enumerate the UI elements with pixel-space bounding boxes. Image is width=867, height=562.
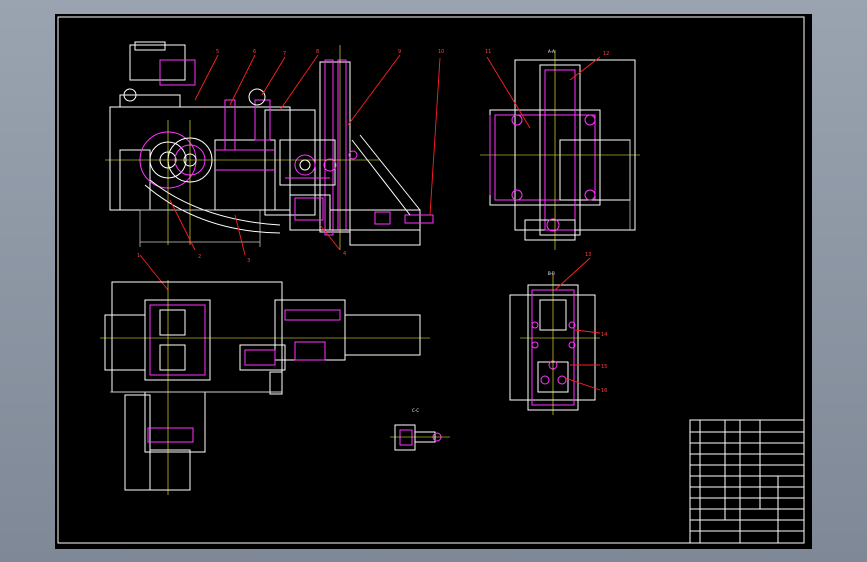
part-number-label: 12 (603, 51, 609, 57)
part-number-label: 7 (283, 51, 286, 57)
part-number-label: 10 (438, 49, 444, 55)
section-mark-label: C-C (412, 408, 419, 413)
part-number-label: 2 (198, 254, 201, 260)
part-number-label: 3 (247, 258, 250, 264)
part-number-label: 16 (601, 388, 607, 394)
part-number-label: 1 (137, 253, 140, 259)
part-number-label: 15 (601, 364, 607, 370)
part-number-label: 13 (585, 252, 591, 258)
part-number-label: 11 (485, 49, 491, 55)
part-number-label: 6 (253, 49, 256, 55)
part-number-label: 5 (216, 49, 219, 55)
section-mark-label: A-A (548, 49, 555, 54)
part-number-label: 9 (398, 49, 401, 55)
cad-drawing-canvas[interactable]: 5 6 7 8 9 10 11 121 234 13141516A-AB-BC-C (0, 0, 867, 562)
part-number-label: 4 (343, 251, 346, 257)
part-number-label: 8 (316, 49, 319, 55)
section-mark-label: B-B (548, 271, 555, 276)
part-number-label: 14 (601, 332, 607, 338)
